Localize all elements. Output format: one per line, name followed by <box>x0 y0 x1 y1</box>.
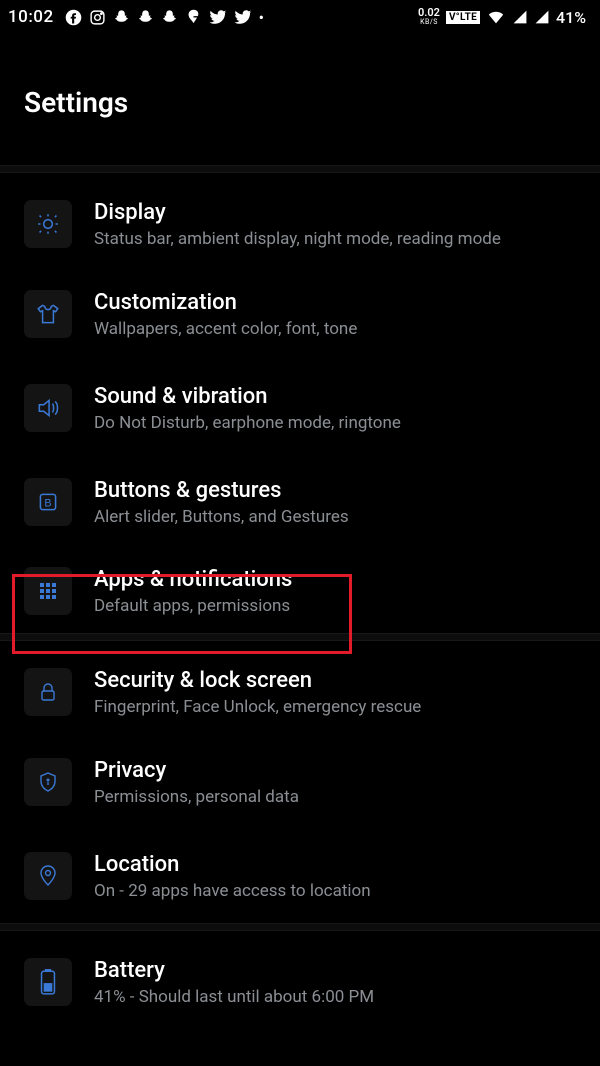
page-title: Settings <box>0 34 600 165</box>
twitter-icon <box>209 8 227 26</box>
status-time: 10:02 <box>8 7 54 27</box>
volte-badge: V°LTE <box>446 11 480 24</box>
instagram-icon <box>89 9 106 26</box>
item-title: Battery <box>94 958 374 983</box>
settings-item-apps[interactable]: Apps & notifications Default apps, permi… <box>0 549 600 633</box>
lock-icon <box>24 668 72 716</box>
settings-item-customization[interactable]: Customization Wallpapers, accent color, … <box>0 267 600 361</box>
status-left: 10:02 • <box>8 7 264 27</box>
settings-group: Display Status bar, ambient display, nig… <box>0 173 600 633</box>
privacy-shield-icon <box>24 758 72 806</box>
settings-group: Battery 41% - Should last until about 6:… <box>0 931 600 1025</box>
settings-item-battery[interactable]: Battery 41% - Should last until about 6:… <box>0 931 600 1025</box>
item-title: Display <box>94 200 501 225</box>
swiggy-icon <box>185 8 202 27</box>
more-dot-icon: • <box>259 8 264 27</box>
divider <box>0 633 600 641</box>
settings-item-display[interactable]: Display Status bar, ambient display, nig… <box>0 173 600 267</box>
item-subtitle: 41% - Should last until about 6:00 PM <box>94 987 374 1007</box>
settings-item-location[interactable]: Location On - 29 apps have access to loc… <box>0 829 600 923</box>
snapchat-icon <box>113 9 130 26</box>
snapchat-icon <box>161 9 178 26</box>
twitter-icon <box>234 8 252 26</box>
wifi-icon <box>486 9 506 25</box>
item-title: Privacy <box>94 758 299 783</box>
battery-percent: 41% <box>556 8 586 27</box>
status-bar: 10:02 • 0.02KB/S V°LTE 41% <box>0 0 600 34</box>
data-speed: 0.02KB/S <box>418 8 440 25</box>
settings-item-sound[interactable]: Sound & vibration Do Not Disturb, earpho… <box>0 361 600 455</box>
apps-grid-icon <box>24 567 72 615</box>
settings-item-buttons[interactable]: B Buttons & gestures Alert slider, Butto… <box>0 455 600 549</box>
item-subtitle: Fingerprint, Face Unlock, emergency resc… <box>94 697 421 717</box>
item-subtitle: Do Not Disturb, earphone mode, ringtone <box>94 413 401 433</box>
buttons-icon: B <box>24 478 72 526</box>
location-pin-icon <box>24 852 72 900</box>
battery-icon <box>24 958 72 1006</box>
item-subtitle: Wallpapers, accent color, font, tone <box>94 319 357 339</box>
snapchat-icon <box>137 9 154 26</box>
divider <box>0 165 600 173</box>
item-title: Location <box>94 852 371 877</box>
item-subtitle: Permissions, personal data <box>94 787 299 807</box>
brightness-icon <box>24 200 72 248</box>
facebook-icon <box>65 9 82 26</box>
settings-item-privacy[interactable]: Privacy Permissions, personal data <box>0 735 600 829</box>
status-right: 0.02KB/S V°LTE 41% <box>418 8 586 27</box>
divider <box>0 923 600 931</box>
tshirt-icon <box>24 290 72 338</box>
item-title: Security & lock screen <box>94 668 421 693</box>
item-title: Sound & vibration <box>94 384 401 409</box>
item-title: Customization <box>94 290 357 315</box>
item-subtitle: Default apps, permissions <box>94 596 292 616</box>
item-subtitle: Status bar, ambient display, night mode,… <box>94 229 501 249</box>
signal-icon <box>534 9 550 25</box>
svg-text:B: B <box>44 497 51 509</box>
volume-icon <box>24 384 72 432</box>
signal-icon <box>512 9 528 25</box>
item-title: Apps & notifications <box>94 567 292 592</box>
settings-item-security[interactable]: Security & lock screen Fingerprint, Face… <box>0 641 600 735</box>
settings-group: Security & lock screen Fingerprint, Face… <box>0 641 600 923</box>
item-subtitle: Alert slider, Buttons, and Gestures <box>94 507 349 527</box>
item-title: Buttons & gestures <box>94 478 349 503</box>
item-subtitle: On - 29 apps have access to location <box>94 881 371 901</box>
